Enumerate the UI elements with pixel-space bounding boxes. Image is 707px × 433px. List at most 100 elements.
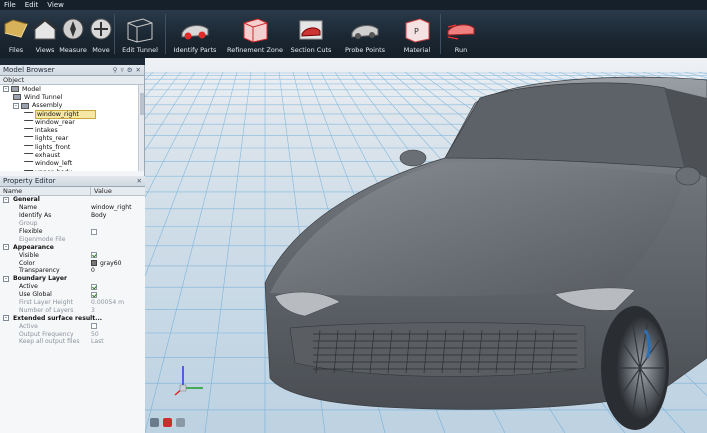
property-row[interactable]: Output Frequency 50: [0, 330, 145, 338]
tree-item[interactable]: window_right: [0, 109, 144, 119]
property-row[interactable]: Color gray60: [0, 259, 145, 267]
property-name: First Layer Height: [19, 299, 73, 307]
property-value[interactable]: 50: [91, 331, 145, 338]
close-icon[interactable]: ✕: [137, 177, 142, 185]
run-button[interactable]: Run: [441, 10, 481, 58]
color-swatch[interactable]: [91, 260, 97, 267]
tree-item-label: Model: [22, 85, 41, 93]
property-row[interactable]: Transparency 0: [0, 267, 145, 275]
property-row[interactable]: Eigenmode File: [0, 235, 145, 243]
checkbox[interactable]: [91, 252, 97, 259]
3d-viewport[interactable]: [145, 58, 707, 433]
menu-edit[interactable]: Edit: [25, 1, 39, 9]
menu-view[interactable]: View: [47, 1, 64, 9]
property-editor-header: Property Editor ✕: [0, 176, 145, 187]
menu-file[interactable]: File: [4, 1, 16, 9]
files-button[interactable]: Files: [0, 10, 32, 58]
property-value[interactable]: [91, 252, 145, 259]
property-value[interactable]: Last: [91, 338, 145, 345]
tree-item[interactable]: window_left: [0, 160, 144, 168]
property-value[interactable]: [91, 283, 145, 290]
property-row[interactable]: First Layer Height 0.00054 m: [0, 299, 145, 307]
views-button[interactable]: Views: [32, 10, 58, 58]
car-model[interactable]: [264, 76, 707, 430]
probe-points-button[interactable]: Probe Points: [336, 10, 394, 58]
close-icon[interactable]: ✕: [136, 66, 141, 74]
property-group[interactable]: – Boundary Layer: [0, 275, 145, 283]
property-row[interactable]: Identify As Body: [0, 212, 145, 220]
property-row[interactable]: Active: [0, 322, 145, 330]
tree-item-label: intakes: [35, 127, 58, 135]
search-icon[interactable]: ⚲: [113, 66, 118, 74]
home-view-icon[interactable]: [150, 418, 159, 427]
refinement-zone-button[interactable]: Refinement Zone: [224, 10, 286, 58]
checkbox[interactable]: [91, 283, 97, 290]
property-name: Flexible: [19, 228, 43, 235]
property-value[interactable]: 0: [91, 267, 145, 274]
filter-icon[interactable]: ▿: [120, 66, 123, 74]
checkbox[interactable]: [91, 228, 97, 235]
tree-item[interactable]: upper_body: [0, 168, 144, 171]
property-value[interactable]: Body: [91, 212, 145, 219]
property-value[interactable]: [91, 291, 145, 298]
property-editor-title: Property Editor: [3, 177, 56, 185]
property-row[interactable]: Flexible: [0, 228, 145, 236]
identify-parts-button[interactable]: Identify Parts: [166, 10, 224, 58]
property-row[interactable]: Number of Layers 3: [0, 306, 145, 314]
property-value[interactable]: [91, 323, 145, 330]
part-icon: [21, 144, 34, 150]
property-group[interactable]: – Appearance: [0, 243, 145, 251]
property-name: Number of Layers: [19, 306, 74, 314]
property-value[interactable]: window_right: [91, 204, 145, 211]
part-icon: [21, 111, 34, 117]
name-column-header[interactable]: Name: [0, 187, 91, 195]
tree-item[interactable]: lights_rear: [0, 135, 144, 143]
measure-button[interactable]: Measure: [58, 10, 88, 58]
collapse-icon[interactable]: –: [3, 86, 9, 93]
property-value-text: window_right: [91, 204, 132, 212]
checkbox[interactable]: [91, 323, 97, 330]
property-value[interactable]: [91, 228, 145, 235]
property-row[interactable]: Group: [0, 220, 145, 228]
record-icon[interactable]: [163, 418, 172, 427]
axis-triad-icon: [174, 366, 203, 396]
move-button[interactable]: Move: [88, 10, 114, 58]
property-group[interactable]: – Extended surface result...: [0, 314, 145, 322]
tree-item[interactable]: intakes: [0, 126, 144, 134]
property-row[interactable]: Active: [0, 283, 145, 291]
tree-item[interactable]: lights_front: [0, 143, 144, 151]
tree-item[interactable]: – Model: [0, 85, 144, 93]
collapse-icon[interactable]: –: [13, 102, 19, 109]
folder-icon: [21, 102, 29, 109]
ribbon-label: Section Cuts: [290, 46, 332, 54]
edit-tunnel-button[interactable]: Edit Tunnel: [115, 10, 165, 58]
tree-item[interactable]: Wind Tunnel: [0, 93, 144, 101]
ribbon-label: Identify Parts: [173, 46, 217, 54]
value-column-header[interactable]: Value: [91, 187, 112, 195]
checkbox[interactable]: [91, 291, 97, 298]
property-row[interactable]: Use Global: [0, 291, 145, 299]
tree-item-label: Wind Tunnel: [24, 93, 63, 101]
collapse-icon[interactable]: –: [3, 275, 9, 282]
collapse-icon[interactable]: –: [3, 315, 9, 322]
tree-item[interactable]: exhaust: [0, 151, 144, 159]
tree-item[interactable]: window_rear: [0, 118, 144, 126]
property-row[interactable]: Visible: [0, 251, 145, 259]
zoom-icon[interactable]: [176, 418, 185, 427]
property-value[interactable]: 3: [91, 307, 145, 314]
collapse-icon[interactable]: –: [3, 196, 9, 203]
viewport-scene: [145, 71, 707, 433]
material-button[interactable]: P Material: [394, 10, 440, 58]
property-value-text: Body: [91, 212, 107, 220]
property-value[interactable]: gray60: [91, 260, 145, 267]
collapse-icon[interactable]: –: [3, 244, 9, 251]
property-column-headers: Name Value: [0, 187, 145, 196]
property-name: Color: [19, 259, 35, 267]
property-group[interactable]: – General: [0, 196, 145, 204]
object-column-header[interactable]: Object: [0, 76, 144, 85]
section-cuts-button[interactable]: Section Cuts: [286, 10, 336, 58]
property-value[interactable]: 0.00054 m: [91, 299, 145, 306]
property-row[interactable]: Name window_right: [0, 204, 145, 212]
settings-icon[interactable]: ⚙: [127, 66, 133, 74]
property-row[interactable]: Keep all output files Last: [0, 338, 145, 346]
